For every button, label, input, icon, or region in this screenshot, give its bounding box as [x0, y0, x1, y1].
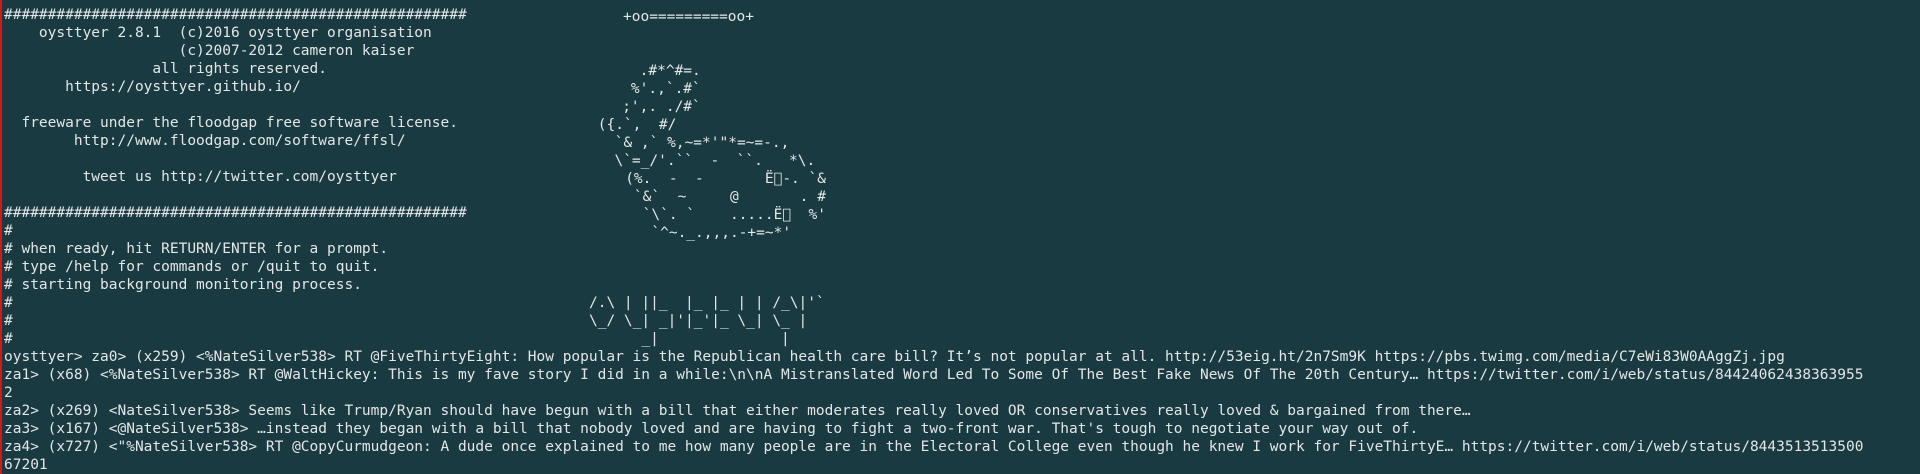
art-line: .#*^#=.: [596, 63, 701, 79]
banner-line: (c)2007-2012 cameron kaiser: [4, 43, 415, 59]
info-line: #: [4, 313, 13, 329]
info-line: # type /help for commands or /quit to qu…: [4, 259, 380, 275]
info-line: # when ready, hit RETURN/ENTER for a pro…: [4, 241, 389, 257]
banner-line: all rights reserved.: [4, 61, 328, 77]
banner-line: tweet us http://twitter.com/oysttyer: [4, 169, 397, 185]
banner-top-rule: ########################################…: [4, 7, 467, 23]
art-line: `& ,` %,~=*'"*=~=-.,: [606, 135, 790, 151]
art-line: %'.,`.#`: [596, 81, 701, 97]
banner-line: https://oysttyer.github.io/: [4, 79, 301, 95]
tweet-line: oysttyer> za0> (x259) <%NateSilver538> R…: [4, 349, 1785, 365]
tweet-line: za4> (x727) <"%NateSilver538> RT @CopyCu…: [4, 439, 1864, 455]
info-line: # starting background monitoring process…: [4, 277, 362, 293]
banner-line: oysttyer 2.8.1 (c)2016 oysttyer organisa…: [4, 25, 432, 41]
info-line: #: [4, 295, 13, 311]
tweet-line: za3> (x167) <@NateSilver538> …instead th…: [4, 421, 1419, 437]
logo-line: \_/ \_| _|'|_'|_ \_| \_ |: [589, 313, 808, 329]
tweet-line: za2> (x269) <NateSilver538> Seems like T…: [4, 403, 1471, 419]
art-line: (%. - - Ë⃞-. `&: [599, 171, 826, 187]
banner-bottom-rule: ########################################…: [4, 205, 467, 221]
terminal-window[interactable]: ########################################…: [0, 0, 1920, 474]
tweet-line-wrap: 2: [4, 385, 13, 401]
banner-line: freeware under the floodgap free softwar…: [4, 115, 458, 131]
logo-line: _| |: [589, 331, 790, 347]
art-line: ;',. ./#`: [596, 99, 701, 115]
art-line: `\`. ` .....Ë⃞ %': [599, 207, 826, 223]
art-line: \`=_/'.`` - ``. *\.: [597, 153, 816, 169]
art-line: ({.`, #/: [589, 117, 677, 133]
info-line: #: [4, 223, 13, 239]
tweet-line-wrap: 67201: [4, 457, 48, 473]
art-line: `&` ~ @ . #: [599, 189, 826, 205]
banner-line: http://www.floodgap.com/software/ffsl/: [4, 133, 406, 149]
art-line: +oo=========oo+: [623, 9, 754, 25]
tweet-line: za1> (x68) <%NateSilver538> RT @WaltHick…: [4, 367, 1864, 383]
art-line: `^~._.,,,.-+=~*': [599, 225, 792, 241]
info-line: #: [4, 331, 13, 347]
logo-line: /.\ | ||_ |_ |_ | | /_\|'`: [589, 295, 825, 311]
